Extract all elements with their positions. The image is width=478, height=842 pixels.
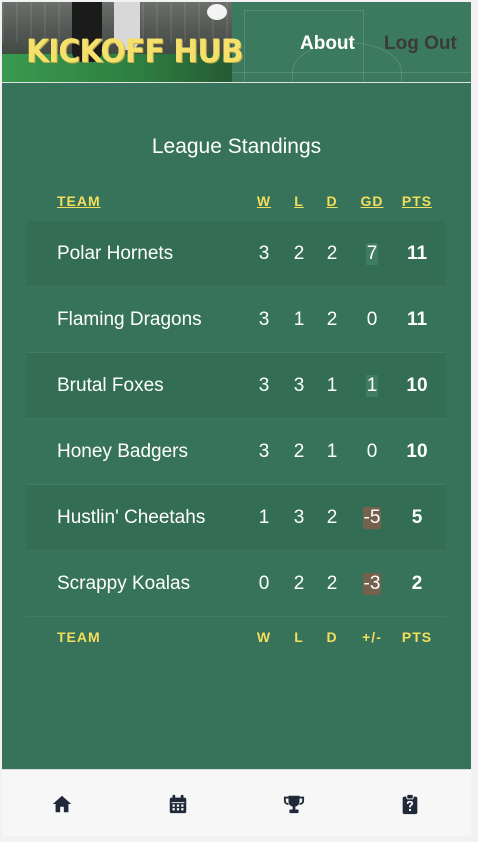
standings-table: TEAM W L D GD PTS Polar Hornets 3 2 2 7 … [26, 181, 446, 657]
nav-rules-button[interactable] [397, 792, 423, 816]
team-name: Hustlin' Cheetahs [57, 506, 206, 528]
points: 2 [411, 572, 423, 594]
wins: 0 [258, 572, 270, 594]
table-row: Hustlin' Cheetahs 1 3 2 -5 5 [26, 485, 446, 551]
bottom-nav [2, 769, 471, 836]
footer-team: TEAM [57, 629, 101, 645]
points: 11 [406, 242, 428, 264]
goal-difference: 0 [366, 308, 378, 330]
losses: 1 [293, 308, 305, 330]
footer-losses: L [294, 629, 304, 645]
wins: 3 [258, 308, 270, 330]
header-wins[interactable]: W [252, 181, 276, 221]
header-draws[interactable]: D [320, 181, 344, 221]
nav-logout-link[interactable]: Log Out [384, 33, 457, 55]
page-title: League Standings [151, 135, 322, 158]
goal-difference: 7 [365, 242, 379, 265]
losses: 2 [293, 572, 305, 594]
goal-difference: -3 [362, 572, 382, 595]
footer-wins: W [256, 629, 272, 645]
team-name: Scrappy Koalas [57, 572, 191, 594]
nav-home-button[interactable] [49, 792, 75, 816]
table-row: Flaming Dragons 3 1 2 0 11 [26, 287, 446, 353]
footer-plus-minus: +/- [362, 629, 382, 645]
points: 10 [406, 440, 428, 462]
table-row: Scrappy Koalas 0 2 2 -3 2 [26, 551, 446, 617]
table-row: Brutal Foxes 3 3 1 1 10 [26, 353, 446, 419]
footer-draws: D [326, 629, 338, 645]
points: 10 [406, 374, 428, 396]
table-header-row: TEAM W L D GD PTS [26, 181, 446, 221]
draws: 2 [326, 308, 338, 330]
wins: 3 [258, 440, 270, 462]
losses: 3 [293, 374, 305, 396]
losses: 2 [293, 440, 305, 462]
calendar-icon [169, 794, 187, 814]
main-content: League Standings TEAM W L D GD PTS Polar… [2, 83, 471, 769]
nav-about-link[interactable]: About [300, 33, 355, 55]
goal-difference: 0 [366, 440, 378, 462]
table-row: Polar Hornets 3 2 2 7 11 [26, 221, 446, 287]
table-footer-row: TEAM W L D +/- PTS [26, 617, 446, 657]
app-logo[interactable]: KICKOFF HUB [26, 33, 244, 71]
team-name: Flaming Dragons [57, 308, 202, 330]
header: KICKOFF HUB About Log Out [2, 2, 471, 83]
wins: 3 [258, 374, 270, 396]
draws: 2 [326, 506, 338, 528]
app-window: KICKOFF HUB About Log Out League Standin… [2, 2, 471, 836]
clipboard-question-icon [402, 793, 418, 815]
trophy-icon [283, 795, 305, 814]
home-icon [52, 795, 72, 813]
table-row: Honey Badgers 3 2 1 0 10 [26, 419, 446, 485]
header-points[interactable]: PTS [398, 181, 436, 221]
draws: 1 [326, 440, 338, 462]
losses: 3 [293, 506, 305, 528]
wins: 3 [258, 242, 270, 264]
team-name: Brutal Foxes [57, 374, 164, 396]
nav-standings-button[interactable] [281, 792, 307, 816]
header-team[interactable]: TEAM [57, 181, 257, 221]
header-losses[interactable]: L [287, 181, 311, 221]
goal-difference: 1 [365, 374, 379, 397]
draws: 2 [326, 572, 338, 594]
team-name: Polar Hornets [57, 242, 174, 264]
draws: 1 [326, 374, 338, 396]
team-name: Honey Badgers [57, 440, 188, 462]
header-goal-difference[interactable]: GD [354, 181, 390, 221]
draws: 2 [326, 242, 338, 264]
nav-schedule-button[interactable] [165, 792, 191, 816]
goal-difference: -5 [362, 506, 382, 529]
footer-points: PTS [401, 629, 433, 645]
wins: 1 [258, 506, 270, 528]
points: 5 [411, 506, 423, 528]
losses: 2 [293, 242, 305, 264]
points: 11 [406, 308, 428, 330]
